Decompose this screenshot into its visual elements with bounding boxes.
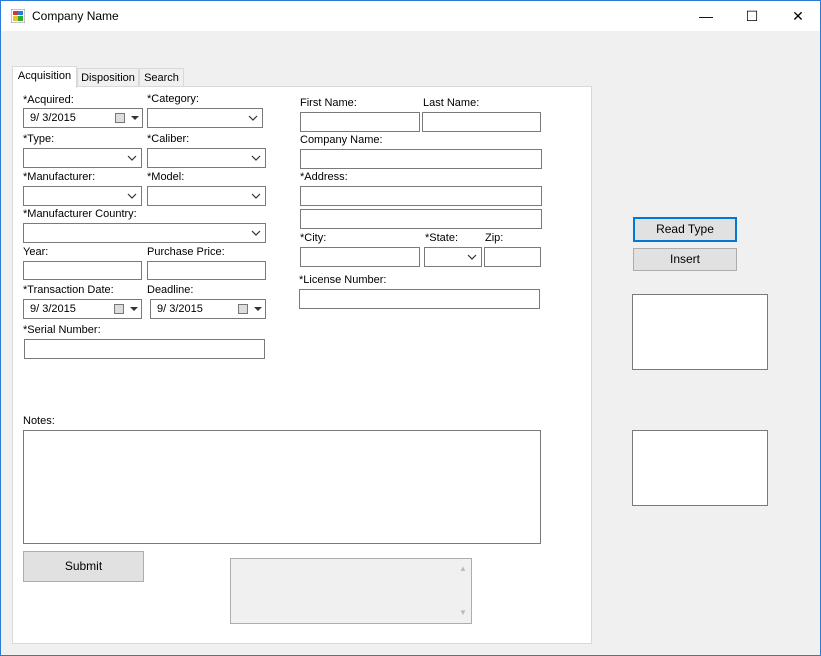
last-name-label: Last Name: (423, 97, 480, 109)
purchase-price-field[interactable] (147, 261, 266, 280)
chevron-down-icon (251, 193, 261, 199)
address-line1-field[interactable] (300, 186, 542, 206)
window-title: Company Name (32, 9, 119, 23)
dropdown-arrow-icon (131, 116, 139, 120)
scroll-down-icon[interactable]: ▼ (459, 609, 467, 617)
scroll-up-icon[interactable]: ▲ (459, 565, 467, 573)
calendar-icon (115, 113, 125, 123)
tab-acquisition[interactable]: Acquisition (12, 66, 77, 88)
chevron-down-icon (251, 155, 261, 161)
notes-textarea[interactable] (23, 430, 541, 544)
dropdown-arrow-icon (254, 307, 262, 311)
status-textbox[interactable]: ▲ ▼ (230, 558, 472, 624)
category-combo[interactable] (147, 108, 263, 128)
serial-number-label: *Serial Number: (23, 324, 101, 336)
company-name-field[interactable] (300, 149, 542, 169)
purchase-price-label: Purchase Price: (147, 246, 225, 258)
acquired-label: *Acquired: (23, 94, 74, 106)
address-label: *Address: (300, 171, 348, 183)
manufacturer-label: *Manufacturer: (23, 171, 96, 183)
acquired-date-picker[interactable]: 9/ 3/2015 (23, 108, 143, 128)
dropdown-arrow-icon (130, 307, 138, 311)
transaction-date-label: *Transaction Date: (23, 284, 114, 296)
first-name-label: First Name: (300, 97, 357, 109)
city-field[interactable] (300, 247, 420, 267)
app-icon (11, 9, 25, 23)
insert-button[interactable]: Insert (633, 248, 737, 271)
caliber-label: *Caliber: (147, 133, 190, 145)
deadline-date-picker[interactable]: 9/ 3/2015 (150, 299, 266, 319)
first-name-field[interactable] (300, 112, 420, 132)
minimize-button[interactable]: — (683, 1, 729, 31)
deadline-label: Deadline: (147, 284, 194, 296)
notes-label: Notes: (23, 415, 55, 427)
address-line2-field[interactable] (300, 209, 542, 229)
image-box-2 (632, 430, 768, 506)
caliber-combo[interactable] (147, 148, 266, 168)
deadline-value: 9/ 3/2015 (157, 303, 203, 315)
manufacturer-country-label: *Manufacturer Country: (23, 208, 137, 220)
transaction-date-value: 9/ 3/2015 (30, 303, 76, 315)
main-window: Company Name — ☐ ✕ Acquisition Dispositi… (0, 0, 821, 656)
serial-number-field[interactable] (24, 339, 265, 359)
zip-label: Zip: (485, 232, 504, 244)
chevron-down-icon (248, 115, 258, 121)
model-combo[interactable] (147, 186, 266, 206)
license-number-label: *License Number: (299, 274, 387, 286)
state-label: *State: (425, 232, 459, 244)
model-label: *Model: (147, 171, 185, 183)
type-combo[interactable] (23, 148, 142, 168)
maximize-button[interactable]: ☐ (729, 1, 775, 31)
chevron-down-icon (251, 230, 261, 236)
image-box-1 (632, 294, 768, 370)
license-number-field[interactable] (299, 289, 540, 309)
zip-field[interactable] (484, 247, 541, 267)
year-field[interactable] (23, 261, 142, 280)
close-button[interactable]: ✕ (775, 1, 821, 31)
last-name-field[interactable] (422, 112, 541, 132)
type-label: *Type: (23, 133, 55, 145)
transaction-date-picker[interactable]: 9/ 3/2015 (23, 299, 142, 319)
title-bar: Company Name — ☐ ✕ (1, 1, 820, 31)
read-type-button[interactable]: Read Type (633, 217, 737, 242)
city-label: *City: (300, 232, 327, 244)
submit-button[interactable]: Submit (23, 551, 144, 582)
chevron-down-icon (127, 193, 137, 199)
chevron-down-icon (127, 155, 137, 161)
acquired-value: 9/ 3/2015 (30, 112, 76, 124)
manufacturer-country-combo[interactable] (23, 223, 266, 243)
category-label: *Category: (147, 93, 199, 105)
calendar-icon (238, 304, 248, 314)
year-label: Year: (23, 246, 49, 258)
state-combo[interactable] (424, 247, 482, 267)
company-name-label: Company Name: (300, 134, 383, 146)
chevron-down-icon (467, 254, 477, 260)
calendar-icon (114, 304, 124, 314)
manufacturer-combo[interactable] (23, 186, 142, 206)
